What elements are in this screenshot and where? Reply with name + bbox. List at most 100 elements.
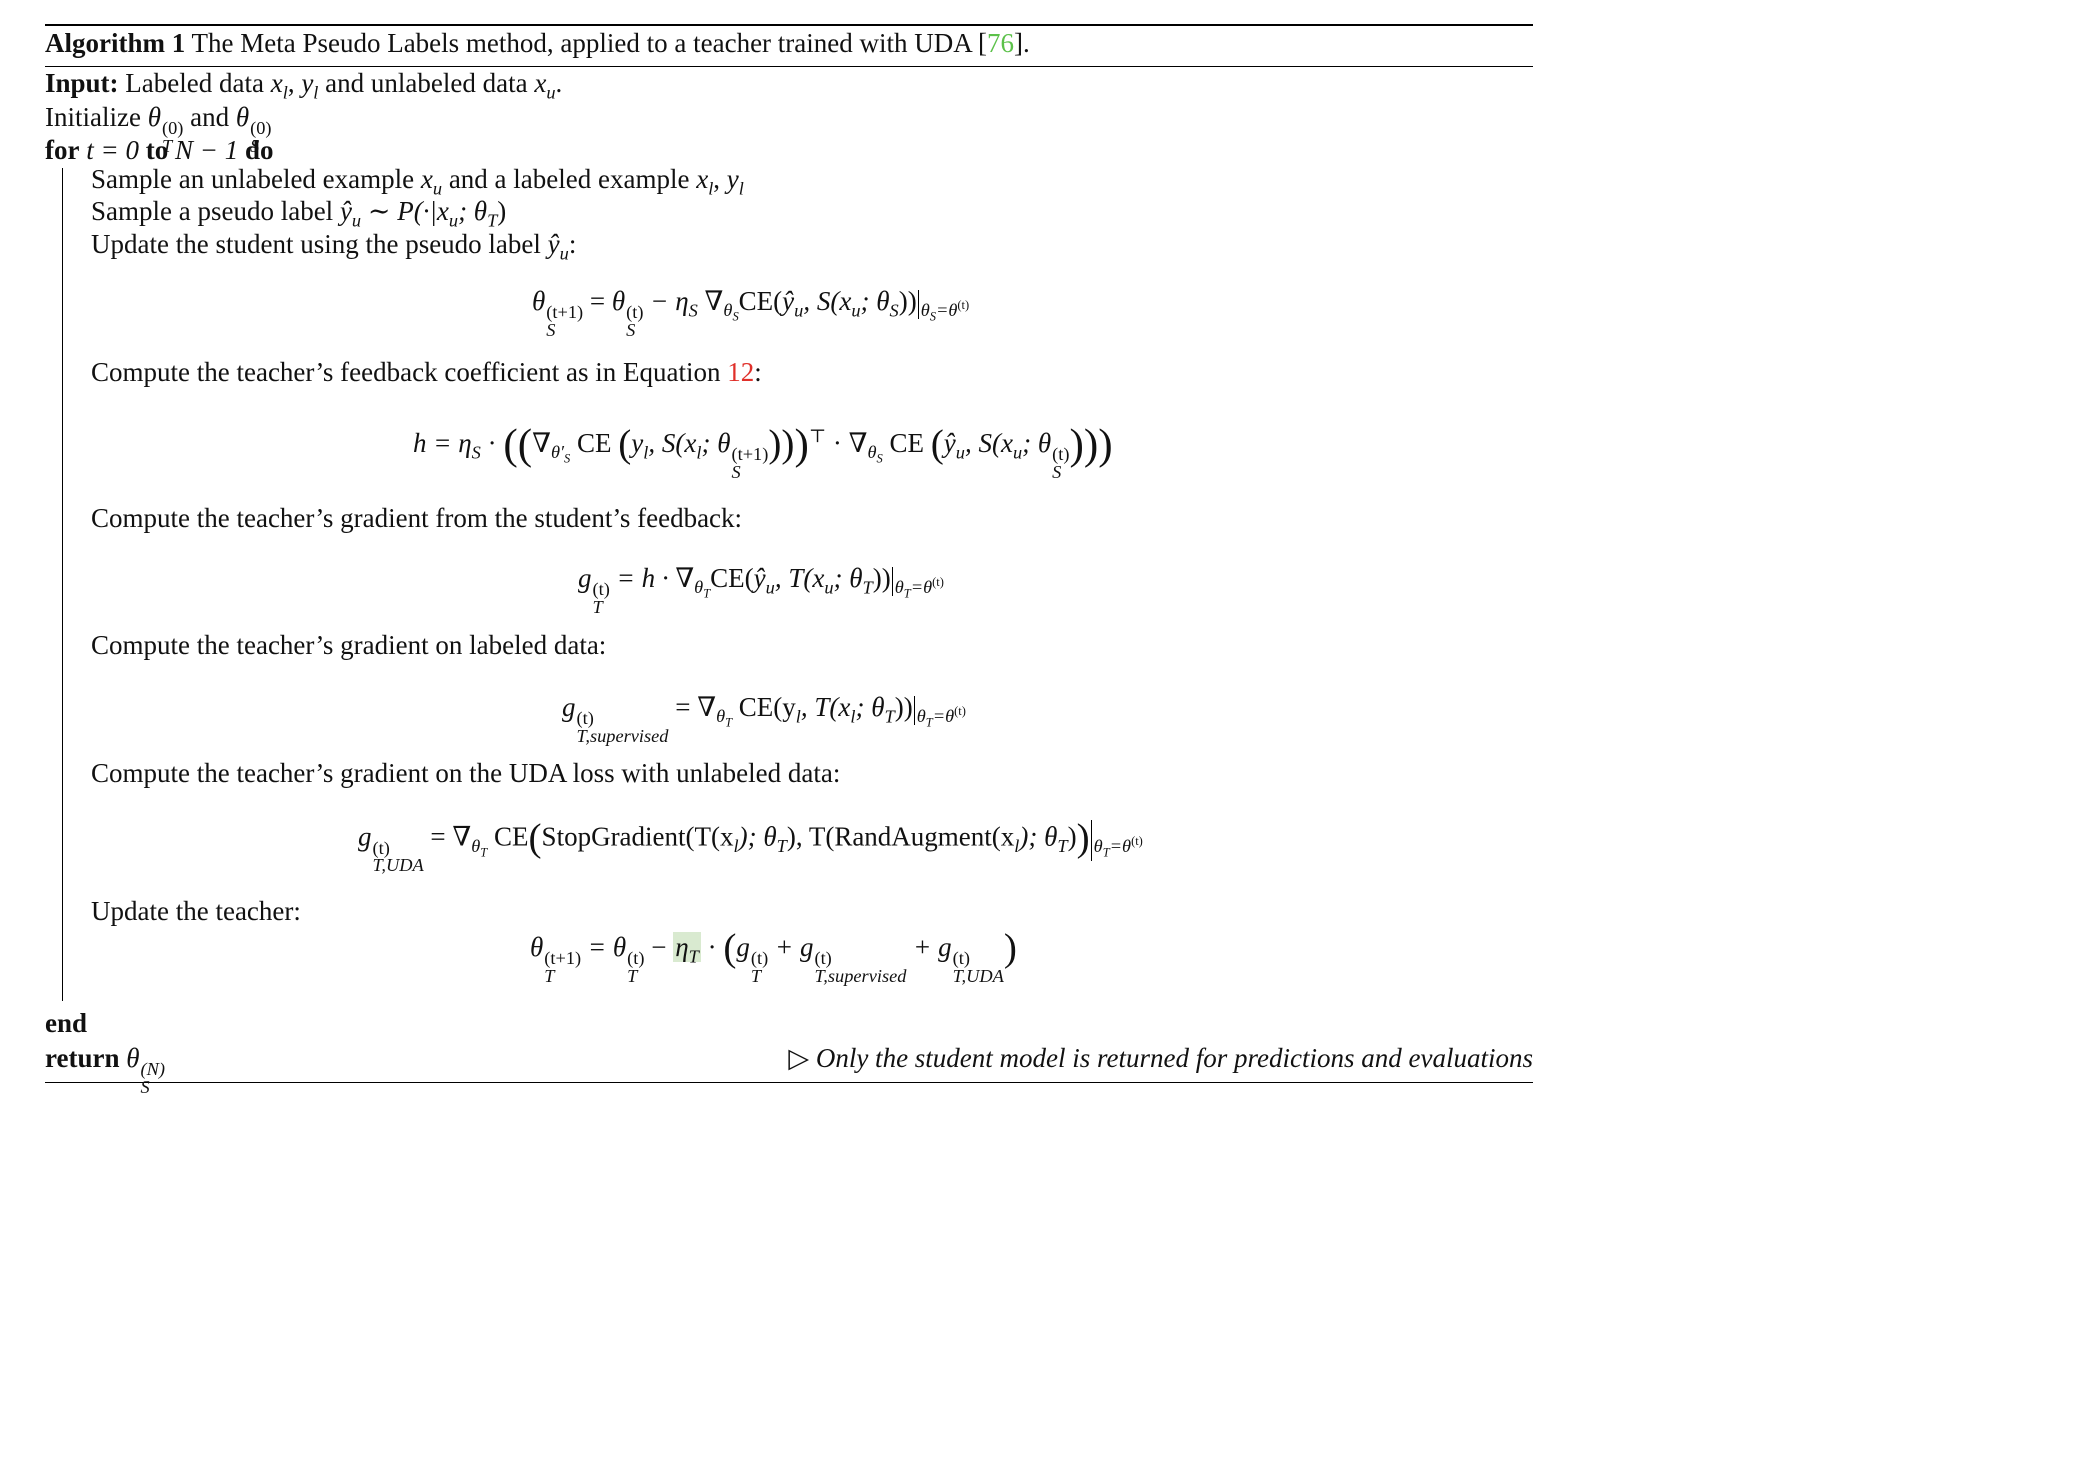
loop-range-start: t = 0 xyxy=(79,135,146,165)
rand-augment: ), T(RandAugment(x xyxy=(786,821,1015,852)
var-x: x xyxy=(696,164,709,194)
sup-sub: (t+1) T xyxy=(544,949,581,986)
comment-triangle-icon: ▷ xyxy=(788,1043,810,1073)
math: )) xyxy=(898,286,917,316)
sub: S xyxy=(546,319,556,340)
var-x: x xyxy=(270,68,283,98)
step-text: Compute the teacher’s gradient on labele… xyxy=(91,630,607,660)
big-paren: (( xyxy=(503,421,533,469)
step-text: Compute the teacher’s gradient from the … xyxy=(91,503,743,533)
citation-link[interactable]: 76 xyxy=(987,28,1014,58)
period: . xyxy=(555,68,563,98)
g: g xyxy=(736,932,750,962)
dot: · xyxy=(480,428,504,458)
for-keyword: for xyxy=(45,135,80,165)
sub: S xyxy=(140,1076,150,1097)
sub: =θ xyxy=(910,577,933,598)
minus: − xyxy=(644,932,674,962)
algorithm-caption: Algorithm 1 The Meta Pseudo Labels metho… xyxy=(45,28,1030,59)
sub: T,UDA xyxy=(952,965,1004,986)
equals: = h · ∇ xyxy=(609,563,695,593)
sup-sub: (t) T xyxy=(627,949,644,985)
theta: θ xyxy=(532,286,546,316)
loop-range-end: N − 1 xyxy=(168,135,245,165)
ce: CE( xyxy=(738,286,783,316)
input-text-2: and unlabeled data xyxy=(318,68,535,98)
do-keyword: do xyxy=(244,135,274,165)
step-text: and a labeled example xyxy=(442,164,697,194)
sub: u xyxy=(559,243,569,264)
sup-sub: (t+1) S xyxy=(546,303,583,340)
nabla-sub: θS xyxy=(867,442,882,465)
paren: ( xyxy=(618,422,632,466)
sub: u xyxy=(851,300,861,321)
comma: , xyxy=(713,164,727,194)
sub: T xyxy=(487,210,498,231)
sub: θ xyxy=(1093,836,1103,857)
ce: CE xyxy=(487,821,529,852)
yhat: ŷ xyxy=(753,563,766,593)
feedback-coefficient-equation: h = ηS · ((∇θ′S CE (yl, S(xl; θ (t+1) S)))… xyxy=(413,423,1113,482)
sub: T xyxy=(688,946,699,967)
sup-sub: (t) T xyxy=(593,580,610,616)
sub: T xyxy=(544,965,555,986)
sample-examples-line: Sample an unlabeled example xu and a lab… xyxy=(91,164,744,198)
sub: u xyxy=(794,300,804,321)
stop-gradient: StopGradient(T(x xyxy=(541,821,734,852)
math: ; θ xyxy=(701,428,731,458)
var-xu: x xyxy=(534,68,547,98)
sup-sub: (t+1) S xyxy=(731,445,768,481)
evaluation-bar xyxy=(913,695,915,726)
yhat: ŷ xyxy=(782,286,795,316)
sub: T,supervised xyxy=(576,725,669,746)
eval-sub: θS=θ(t) xyxy=(921,299,969,323)
colon: : xyxy=(568,229,577,259)
initialize-text: Initialize xyxy=(45,102,148,132)
equation-reference-link[interactable]: 12 xyxy=(727,357,754,387)
dot: · xyxy=(700,932,724,962)
algorithm-title: The Meta Pseudo Labels method, applied t… xyxy=(191,28,988,58)
paren: ) xyxy=(1076,816,1090,860)
colon: : xyxy=(754,357,762,387)
sub: u xyxy=(824,577,834,598)
ce: CE( xyxy=(710,563,754,593)
eta: η xyxy=(675,932,689,962)
sub: u xyxy=(1012,442,1023,463)
math: ); θ xyxy=(1019,821,1058,852)
and-text: and xyxy=(183,102,236,132)
return-keyword: return xyxy=(45,1043,120,1073)
teacher-uda-gradient-line: Compute the teacher’s gradient on the UD… xyxy=(91,758,840,789)
comma: , xyxy=(287,68,302,98)
step-text: Update the teacher: xyxy=(91,896,301,926)
theta: θ xyxy=(611,286,626,316)
math: , S(x xyxy=(803,286,852,316)
math: )) xyxy=(894,692,913,722)
plus-g: + g xyxy=(906,932,952,962)
math: ; θ xyxy=(458,196,488,226)
ce: CE xyxy=(570,428,619,458)
sub: T,UDA xyxy=(372,855,424,876)
var-y: y xyxy=(726,164,739,194)
math: ; θ xyxy=(855,692,885,722)
step-text: Update the student using the pseudo labe… xyxy=(91,229,548,259)
step-text: Compute the teacher’s feedback coefficie… xyxy=(91,357,728,387)
nabla: ∇ xyxy=(532,428,551,458)
end-keyword: end xyxy=(45,1008,88,1038)
y: y xyxy=(631,428,644,458)
equals-theta: = θ xyxy=(581,932,627,962)
theta: θ xyxy=(119,1043,140,1073)
sup-sub: (t) T xyxy=(751,949,768,985)
math: ; θ xyxy=(833,563,863,593)
sub: u xyxy=(351,210,362,231)
sub: S xyxy=(1052,461,1062,482)
var-y: y xyxy=(301,68,314,98)
sup-sub: (t) S xyxy=(1052,445,1069,482)
var-x: x xyxy=(420,164,433,194)
big-paren: ))) xyxy=(1069,421,1113,469)
math: , S(x xyxy=(964,428,1013,458)
h-eq: h = η xyxy=(413,428,472,458)
step-text: Compute the teacher’s gradient on the UD… xyxy=(91,758,841,788)
equals: = ∇ xyxy=(668,692,717,722)
teacher-uda-gradient-equation: g (t) T,UDA = ∇θT CE(StopGradient(T(xl); θ… xyxy=(358,818,1143,876)
math: ; θ xyxy=(860,286,890,316)
